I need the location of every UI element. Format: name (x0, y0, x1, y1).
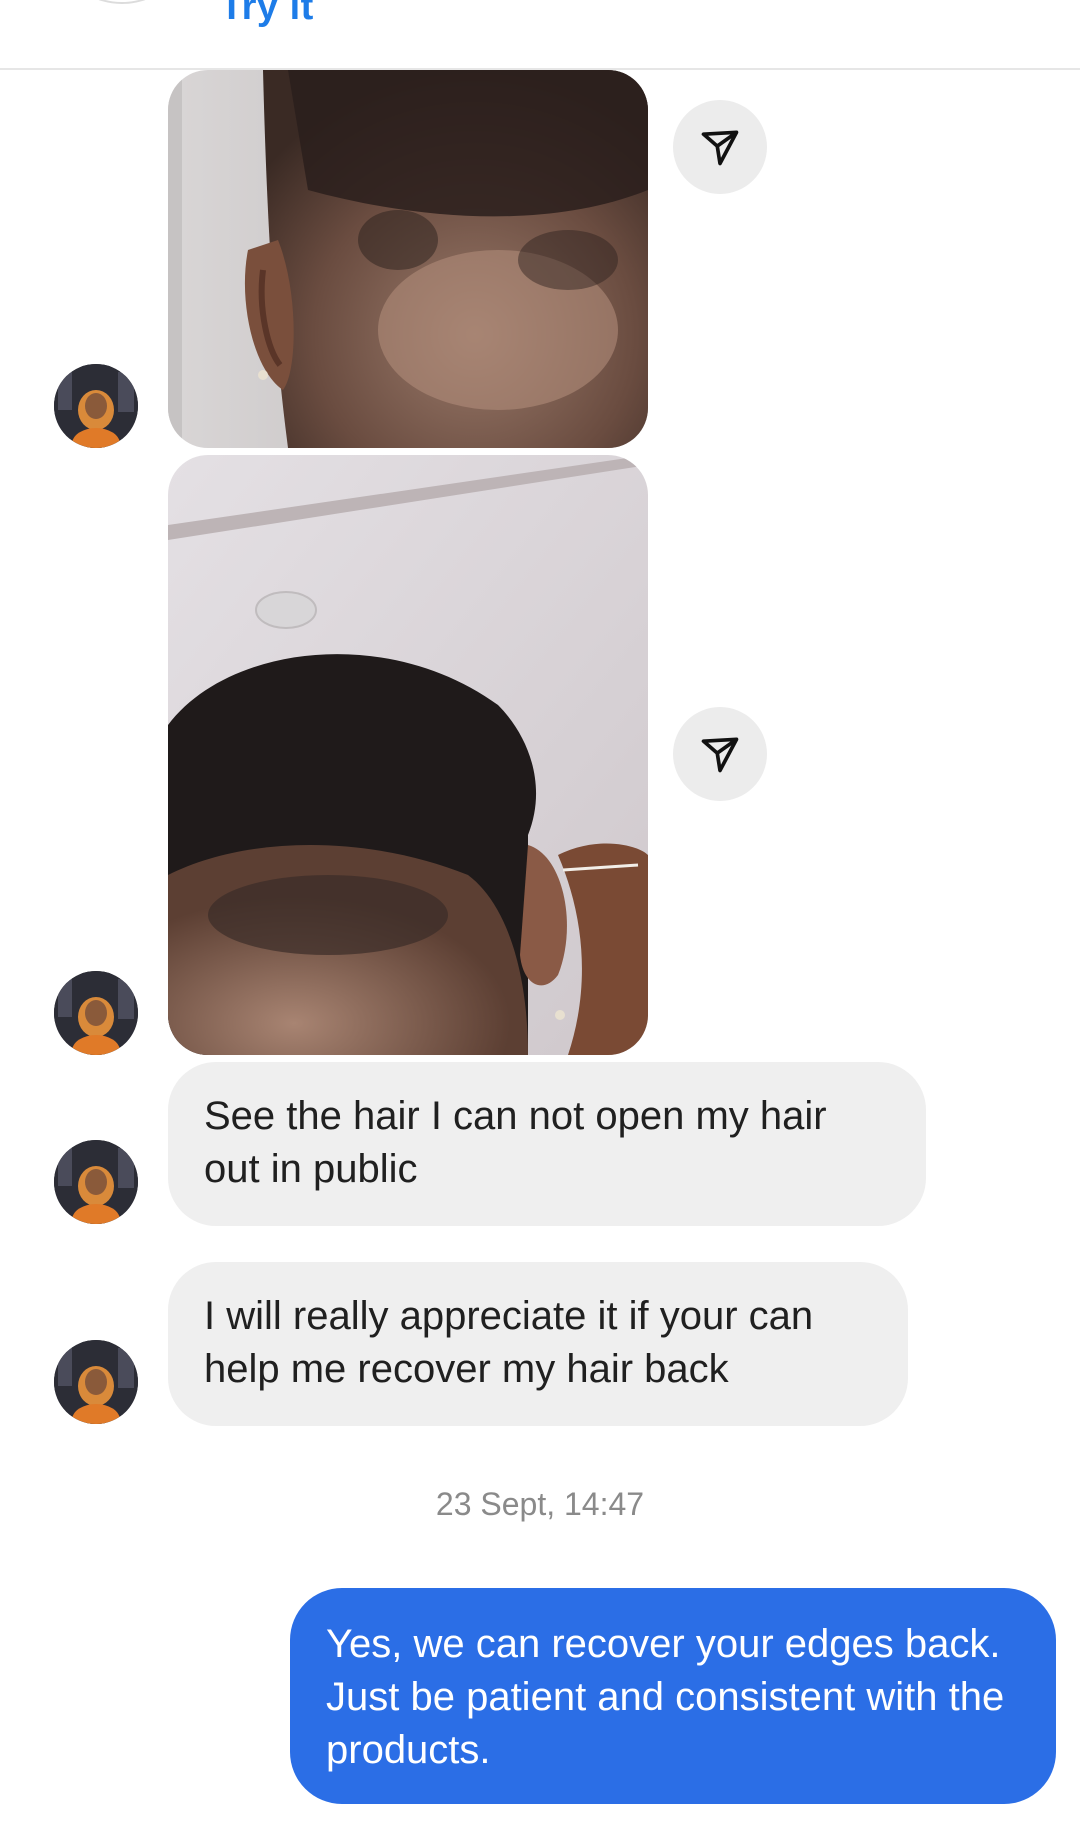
hair-photo-1 (168, 70, 648, 448)
try-it-link[interactable]: Try it (220, 0, 314, 29)
share-button[interactable] (673, 100, 767, 194)
message-text: See the hair I can not open my hair out … (204, 1094, 827, 1191)
avatar[interactable] (54, 971, 138, 1055)
share-button[interactable] (673, 707, 767, 801)
avatar[interactable] (54, 364, 138, 448)
outgoing-message-bubble[interactable]: Yes, we can recover your edges back. Jus… (290, 1588, 1056, 1804)
top-bar: Try it (0, 0, 1080, 70)
avatar[interactable] (54, 1340, 138, 1424)
avatar[interactable] (54, 1140, 138, 1224)
send-icon (701, 737, 739, 773)
message-text: I will really appreciate it if your can … (204, 1294, 814, 1391)
message-timestamp: 23 Sept, 14:47 (435, 1486, 645, 1522)
profile-circle (70, 0, 174, 4)
message-text: Yes, we can recover your edges back. Jus… (326, 1622, 1005, 1772)
hair-photo-2 (168, 455, 648, 1055)
chat-photo-2[interactable] (168, 455, 648, 1055)
message-bubble[interactable]: I will really appreciate it if your can … (168, 1262, 908, 1426)
send-icon (701, 130, 739, 166)
chat-photo-1[interactable] (168, 70, 648, 448)
message-bubble[interactable]: See the hair I can not open my hair out … (168, 1062, 926, 1226)
